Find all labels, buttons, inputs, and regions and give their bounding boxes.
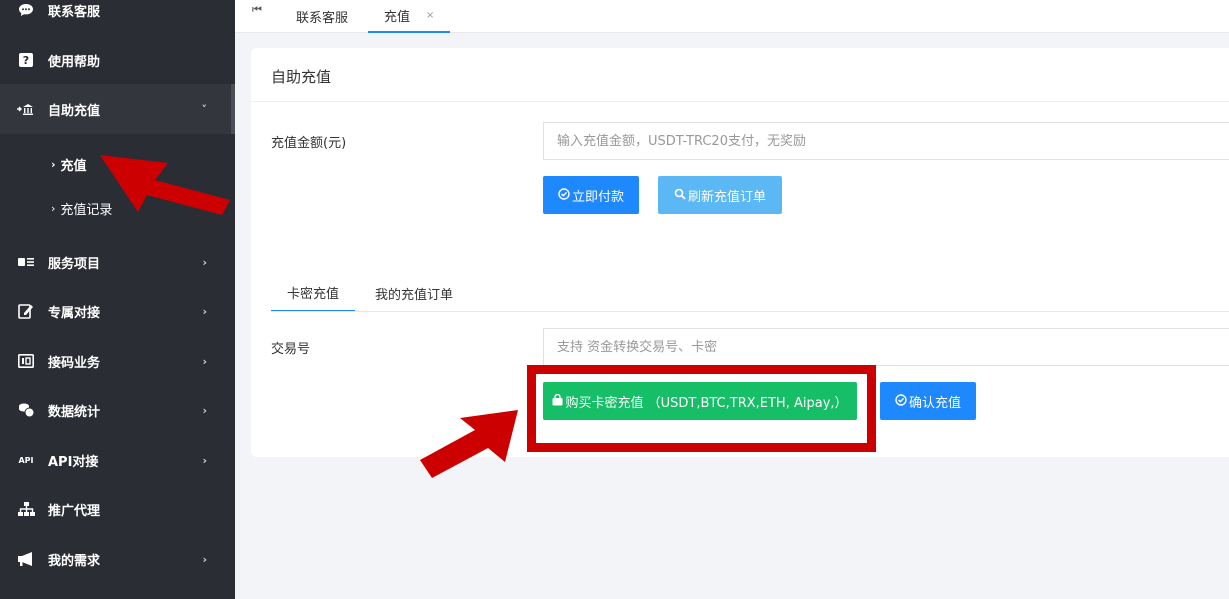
refresh-orders-button[interactable]: 刷新充值订单 xyxy=(658,176,782,214)
service-icon xyxy=(17,257,35,267)
refresh-orders-label: 刷新充值订单 xyxy=(687,189,766,205)
chat-icon xyxy=(17,3,35,17)
sidebar-item-statistics[interactable]: 数据统计 › xyxy=(0,385,235,435)
sidebar-item-exclusive[interactable]: 专属对接 › xyxy=(0,286,235,336)
amount-label: 充值金额(元) xyxy=(271,136,347,151)
amount-input[interactable] xyxy=(543,122,1229,160)
sidebar-item-label: 服务项目 xyxy=(48,256,101,272)
close-icon[interactable]: × xyxy=(426,10,434,21)
card-title: 自助充值 xyxy=(271,68,332,86)
api-icon: API xyxy=(18,455,34,465)
sidebar-subitem-label: 充值记录 xyxy=(60,202,113,218)
sidebar-item-label: 推广代理 xyxy=(48,503,101,519)
megaphone-icon xyxy=(17,552,35,566)
search-icon xyxy=(674,188,686,203)
sidebar-item-my-needs[interactable]: 我的需求 › xyxy=(0,534,235,584)
chevron-right-icon: › xyxy=(202,304,207,318)
help-icon: ? xyxy=(17,53,35,67)
sidebar-item-promotion[interactable]: 推广代理 xyxy=(0,484,235,534)
tab-recharge[interactable]: 充值 × xyxy=(368,0,451,33)
txn-input[interactable] xyxy=(543,328,1229,366)
pay-now-button[interactable]: 立即付款 xyxy=(543,176,639,214)
chevron-right-icon: › xyxy=(202,403,207,417)
check-circle-icon xyxy=(558,187,570,203)
sidebar-item-label: 我的需求 xyxy=(48,553,101,569)
sidebar-subitem-recharge[interactable]: › 充值 xyxy=(0,146,235,182)
chevron-down-icon: ˅ xyxy=(201,102,208,116)
chevron-right-icon: › xyxy=(202,255,207,269)
chevron-right-icon: › xyxy=(51,201,56,215)
sidebar-item-help[interactable]: ? 使用帮助 xyxy=(0,35,235,85)
sidebar-item-label: 数据统计 xyxy=(48,404,101,420)
check-circle-icon xyxy=(895,393,907,409)
tab-card-recharge[interactable]: 卡密充值 xyxy=(271,274,356,312)
sidebar: 联系客服 ? 使用帮助 自助充值 ˅ › 充值 › 充值记录 服务项目 › 专属… xyxy=(0,0,235,599)
sidebar-subitem-label: 充值 xyxy=(60,158,87,174)
sidebar-item-label: 专属对接 xyxy=(48,305,101,321)
sidebar-item-contact[interactable]: 联系客服 xyxy=(0,0,235,35)
svg-text:?: ? xyxy=(23,54,29,67)
sidebar-item-sms-code[interactable]: 接码业务 › xyxy=(0,336,235,386)
highlight-box xyxy=(527,365,876,452)
tab-label: 联系客服 xyxy=(296,11,349,26)
tab-scroll-left-icon[interactable]: ⏮ xyxy=(252,3,262,17)
txn-label: 交易号 xyxy=(271,342,311,357)
tab-contact[interactable]: 联系客服 xyxy=(280,0,364,33)
subtab-divider xyxy=(271,311,1229,312)
sidebar-item-label: 接码业务 xyxy=(48,355,101,371)
subtab-label: 卡密充值 xyxy=(287,286,340,302)
chevron-right-icon: › xyxy=(202,552,207,566)
chevron-right-icon: › xyxy=(202,354,207,368)
subtab-label: 我的充值订单 xyxy=(375,287,454,303)
chevron-right-icon: › xyxy=(202,453,207,467)
code-icon xyxy=(17,354,35,368)
coins-icon xyxy=(17,402,35,418)
sitemap-icon xyxy=(17,501,35,517)
card-divider xyxy=(251,101,1229,102)
sidebar-item-self-recharge[interactable]: 自助充值 ˅ xyxy=(0,84,235,134)
tab-label: 充值 xyxy=(384,10,411,25)
sidebar-item-label: 使用帮助 xyxy=(48,54,101,70)
tab-my-recharge-orders[interactable]: 我的充值订单 xyxy=(375,274,453,312)
chevron-right-icon: › xyxy=(51,157,56,171)
sidebar-item-label: API对接 xyxy=(48,454,99,470)
sidebar-item-services[interactable]: 服务项目 › xyxy=(0,237,235,287)
sidebar-item-api[interactable]: API API对接 › xyxy=(0,435,235,485)
edit-icon xyxy=(17,303,35,319)
tab-bar: ⏮ 联系客服 充值 × xyxy=(235,0,1229,33)
sidebar-subitem-recharge-history[interactable]: › 充值记录 xyxy=(0,190,235,226)
sidebar-item-label: 联系客服 xyxy=(48,4,101,20)
pay-now-label: 立即付款 xyxy=(571,189,624,205)
confirm-recharge-label: 确认充值 xyxy=(908,395,961,411)
confirm-recharge-button[interactable]: 确认充值 xyxy=(880,382,976,420)
bank-icon xyxy=(17,103,35,115)
sidebar-item-label: 自助充值 xyxy=(48,103,101,119)
